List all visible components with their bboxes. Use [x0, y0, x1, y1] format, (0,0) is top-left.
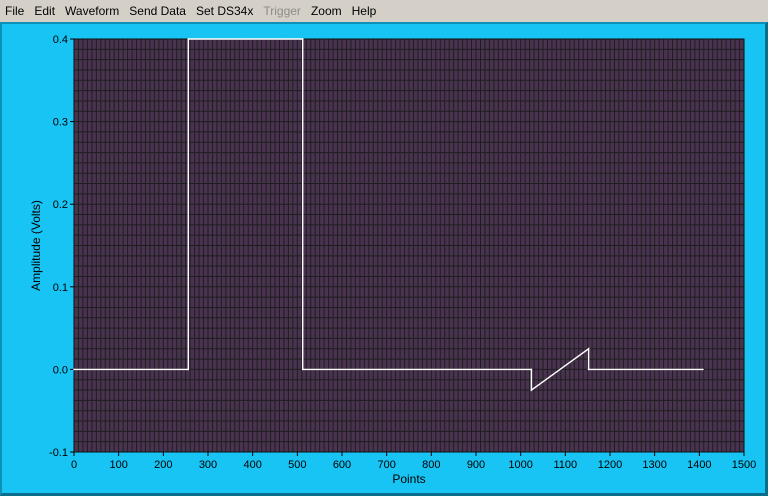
- y-tick-label: 0.1: [53, 282, 68, 294]
- menu-file[interactable]: File: [0, 0, 29, 22]
- waveform-point: [187, 38, 190, 40]
- x-tick-label: 500: [288, 459, 306, 471]
- x-tick-label: 700: [377, 459, 395, 471]
- waveform-point: [301, 368, 304, 371]
- waveform-graph[interactable]: 0 100 200 300 400 500 600 700 800 900 1000 1100 1200…: [2, 24, 765, 493]
- waveform-point: [187, 368, 190, 371]
- menu-bar: File Edit Waveform Send Data Set DS34x Trigge…: [0, 0, 768, 23]
- x-tick-label: 300: [199, 459, 217, 471]
- x-tick-label: 1200: [598, 459, 622, 471]
- y-tick-label: 0.4: [53, 34, 68, 46]
- x-tick-label: 1500: [732, 459, 756, 471]
- x-tick-label: 1000: [508, 459, 532, 471]
- y-tick-label: -0.1: [49, 447, 68, 459]
- menu-help[interactable]: Help: [347, 0, 382, 22]
- x-tick-label: 1400: [687, 459, 711, 471]
- x-tick-label: 400: [243, 459, 261, 471]
- waveform-panel: 0 100 200 300 400 500 600 700 800 900 1000 1100 1200…: [0, 22, 768, 496]
- grid: [73, 38, 745, 453]
- waveform-point: [702, 368, 704, 371]
- y-tick-label: 0.0: [53, 364, 68, 376]
- waveform-point: [301, 38, 304, 40]
- x-tick-label: 200: [154, 459, 172, 471]
- x-tick-label: 900: [467, 459, 485, 471]
- waveform-point: [587, 347, 590, 350]
- waveform-point: [587, 368, 590, 371]
- y-tick-label: 0.3: [53, 117, 68, 129]
- menu-waveform[interactable]: Waveform: [60, 0, 124, 22]
- menu-trigger[interactable]: Trigger: [258, 0, 306, 22]
- y-tick-label: 0.2: [53, 199, 68, 211]
- x-tick-label: 800: [422, 459, 440, 471]
- x-tick-label: 1300: [642, 459, 666, 471]
- menu-edit[interactable]: Edit: [29, 0, 60, 22]
- y-axis-title: Amplitude (Volts): [29, 200, 43, 291]
- menu-set-ds34x[interactable]: Set DS34x: [191, 0, 258, 22]
- x-tick-label: 600: [333, 459, 351, 471]
- waveform-point: [530, 368, 533, 371]
- x-tick-label: 0: [71, 459, 77, 471]
- x-tick-label: 1100: [554, 459, 578, 471]
- menu-zoom[interactable]: Zoom: [306, 0, 347, 22]
- x-tick-label: 100: [109, 459, 127, 471]
- menu-send-data[interactable]: Send Data: [124, 0, 191, 22]
- waveform-point: [530, 389, 533, 391]
- waveform-point: [73, 368, 75, 371]
- x-axis-title: Points: [392, 472, 425, 486]
